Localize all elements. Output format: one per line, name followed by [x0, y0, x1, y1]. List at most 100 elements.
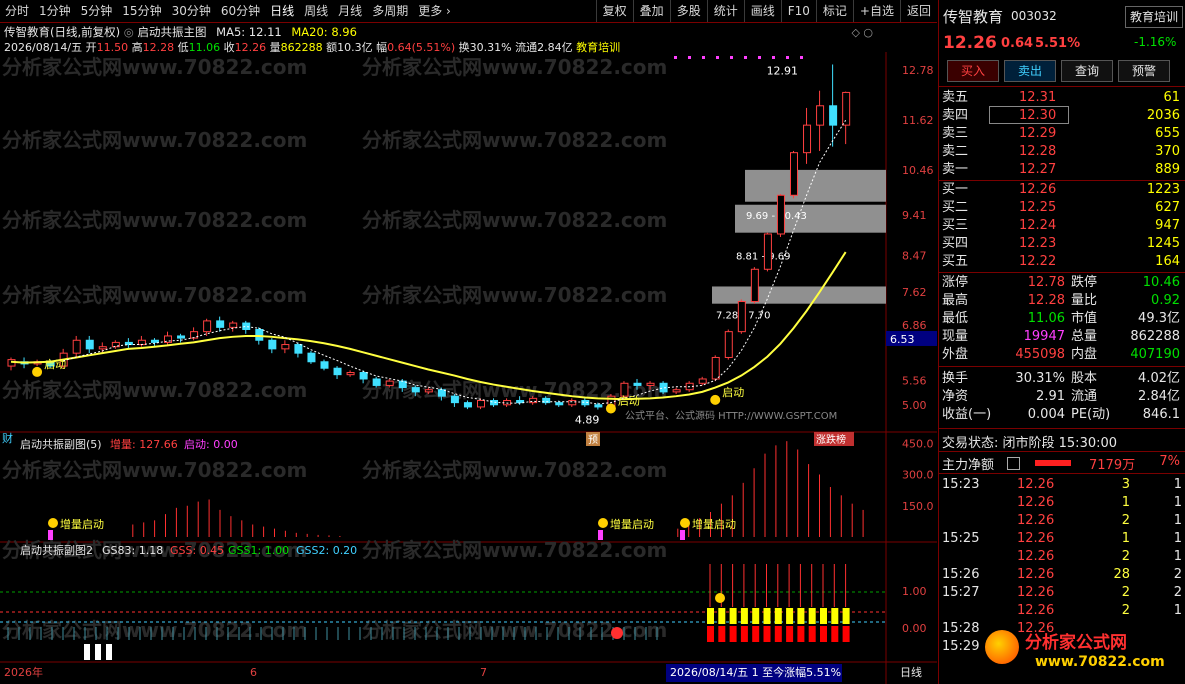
zone-label-0: 9.69 - 10.43: [746, 211, 807, 222]
sub2-axis-1: 0.00: [902, 622, 927, 635]
tick-count: 2: [1173, 567, 1182, 582]
start-label-1: 启动: [618, 394, 640, 407]
stat-row-2: 最低 11.06 市值 49.3亿: [939, 310, 1185, 328]
ask-label: 卖五: [942, 90, 969, 105]
tool-button-2[interactable]: 多股: [669, 0, 707, 22]
sub1-coin-icon-2: [680, 518, 690, 528]
sub1-signal-bar-0: [48, 530, 53, 540]
sub2-red-bar-5: [763, 626, 771, 642]
tick-price: 12.26: [1017, 567, 1055, 582]
tick-row-2: 12.26 2 1: [939, 512, 1185, 530]
tool-button-3[interactable]: 统计: [706, 0, 744, 22]
tab-8[interactable]: 月线: [333, 0, 367, 22]
candle-body-28: [372, 378, 381, 386]
tool-button-6[interactable]: 标记: [815, 0, 853, 22]
trade-button-2[interactable]: 查询: [1061, 60, 1113, 82]
tick-time: 15:26: [942, 567, 980, 582]
bid-row-3: 买四 12.23 1245: [939, 235, 1185, 253]
candle-body-34: [450, 395, 459, 404]
start-coin-icon-1: [605, 403, 616, 414]
tool-button-5[interactable]: F10: [780, 0, 816, 22]
tick-row-5: 15:26 12.26 28 2: [939, 566, 1185, 584]
limit-board-label: 涨跌榜: [816, 433, 846, 446]
candle-body-42: [555, 402, 564, 406]
sub1-signal-bar-2: [680, 530, 685, 540]
platform-note: 公式平台、公式源码 HTTP://WWW.GSPT.COM: [625, 409, 837, 422]
stat-value-2: 10.46: [1142, 275, 1180, 290]
tick-price: 12.26: [1017, 603, 1055, 618]
chart-area[interactable]: 分时 1分钟 5分钟 15分钟 30分钟 60分钟 日线 周线 月线 多周期 更多 › 复权 叠加 多股…: [0, 0, 937, 684]
tick-vol: 28: [1113, 567, 1130, 582]
list-icon[interactable]: [1007, 457, 1020, 470]
settings-icon[interactable]: ◎: [124, 25, 138, 39]
tab-2[interactable]: 5分钟: [76, 0, 118, 22]
start-coin-icon-0: [32, 366, 43, 377]
tick-count: 1: [1173, 549, 1182, 564]
tab-0[interactable]: 分时: [0, 0, 34, 22]
ask-vol: 655: [1155, 126, 1180, 141]
axis-label-2: 10.46: [902, 164, 934, 177]
trade-status: 交易状态: 闭市阶段 15:30:00: [942, 436, 1118, 451]
top-marker-1: [688, 56, 691, 59]
candle-body-56: [737, 301, 746, 333]
tick-price: 12.26: [1017, 549, 1055, 564]
axis-label-8: 5.56: [902, 375, 927, 388]
ask-label: 卖一: [942, 162, 969, 177]
watermark-14: 分析家公式网www.70822.com: [2, 618, 307, 642]
tool-button-0[interactable]: 复权: [595, 0, 633, 22]
tool-button-4[interactable]: 画线: [743, 0, 781, 22]
candle-body-61: [803, 124, 812, 154]
tab-4[interactable]: 30分钟: [167, 0, 216, 22]
tab-7[interactable]: 周线: [299, 0, 333, 22]
stat-label-2: 跌停: [1071, 275, 1098, 290]
tick-price: 12.26: [1017, 477, 1055, 492]
candle-body-62: [816, 105, 825, 126]
tab-5[interactable]: 60分钟: [216, 0, 265, 22]
trade-button-0[interactable]: 买入: [947, 60, 999, 82]
stat-label: 换手: [942, 371, 969, 386]
watermark-13: 分析家公式网www.70822.com: [362, 538, 667, 562]
sector-button[interactable]: 教育培训: [1125, 6, 1183, 28]
stat-row-0: 涨停 12.78 跌停 10.46: [939, 274, 1185, 292]
tool-button-7[interactable]: +自选: [852, 0, 900, 22]
tab-3[interactable]: 15分钟: [117, 0, 166, 22]
stat-value-2: 846.1: [1142, 407, 1180, 422]
tab-10[interactable]: 更多 ›: [413, 0, 456, 22]
candle-body-27: [359, 372, 368, 380]
sub1-qd-label: 启动: 0.00: [184, 438, 238, 451]
axis-label-3: 9.41: [902, 209, 927, 222]
sub2-red-bar-2: [729, 626, 737, 642]
sub1-coin-icon-0: [48, 518, 58, 528]
tick-count: 1: [1173, 603, 1182, 618]
price-marker-label: 6.53: [890, 333, 915, 346]
sub2-yellow-bar-8: [797, 608, 805, 624]
candle-body-35: [463, 402, 472, 408]
indicator-name[interactable]: 启动共振主图: [138, 25, 207, 39]
stat2-row-2: 收益(一) 0.004 PE(动) 846.1: [939, 406, 1185, 424]
candle-body-5: [72, 339, 81, 354]
collapse-icon[interactable]: ◇ ○: [851, 26, 873, 39]
trade-button-3[interactable]: 预警: [1118, 60, 1170, 82]
tab-1[interactable]: 1分钟: [34, 0, 76, 22]
tab-6[interactable]: 日线: [265, 0, 299, 22]
watermark-0: 分析家公式网www.70822.com: [2, 55, 307, 79]
candle-body-19: [255, 329, 264, 341]
sub2-white-bar-1: [95, 644, 101, 660]
sub2-signal-icon: [611, 627, 623, 639]
sub2-yellow-bar-3: [740, 608, 748, 624]
trade-button-1[interactable]: 卖出: [1004, 60, 1056, 82]
stat-value-2: 4.02亿: [1138, 371, 1180, 386]
stat-value: 11.06: [1027, 311, 1065, 326]
stat-value: 0.004: [1027, 407, 1065, 422]
candle-body-24: [320, 361, 329, 369]
price-change: 0.64: [1001, 36, 1034, 51]
candle-body-15: [203, 320, 212, 333]
tool-button-1[interactable]: 叠加: [632, 0, 670, 22]
xaxis-label-0: 2026年: [4, 665, 43, 679]
tool-button-8[interactable]: 返回: [899, 0, 937, 22]
ma5-label: MA5: 12.11: [216, 25, 282, 39]
tab-9[interactable]: 多周期: [367, 0, 413, 22]
tick-count: 1: [1173, 513, 1182, 528]
bid-label: 买二: [942, 200, 969, 215]
stat-value: 30.31%: [1015, 371, 1065, 386]
